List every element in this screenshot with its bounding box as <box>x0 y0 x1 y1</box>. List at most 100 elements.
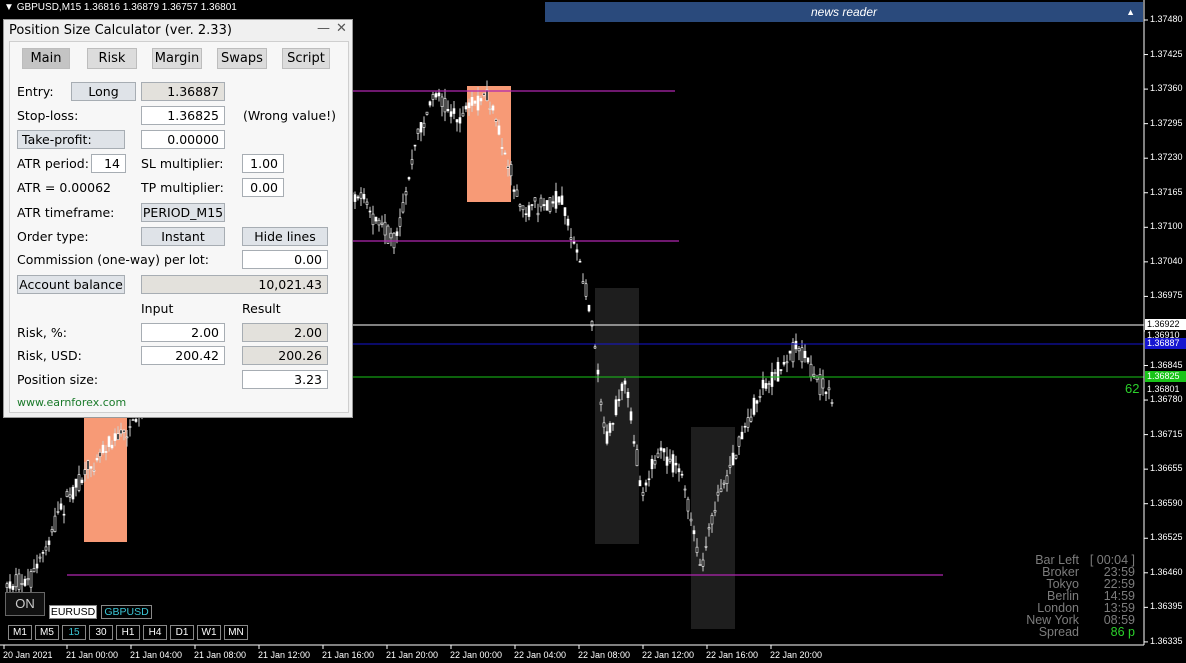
atr-period-field[interactable]: 14 <box>91 154 126 173</box>
candle-body <box>767 383 771 385</box>
tab-script[interactable]: Script <box>282 48 330 69</box>
position-size-field[interactable]: 3.23 <box>242 370 328 389</box>
sl-multiplier-field[interactable]: 1.00 <box>242 154 284 173</box>
candle-body <box>401 202 405 213</box>
earnforex-link[interactable]: www.earnforex.com <box>17 396 126 409</box>
timeframe-button-m5[interactable]: M5 <box>35 625 59 640</box>
candle-body <box>110 444 114 449</box>
candle-body <box>713 510 717 513</box>
candle-body <box>575 249 579 253</box>
risk-percent-input[interactable]: 2.00 <box>141 323 225 342</box>
stoploss-warning: (Wrong value!) <box>243 108 337 123</box>
candle-body <box>602 422 606 428</box>
commission-field[interactable]: 0.00 <box>242 250 328 269</box>
candle-body <box>596 369 600 375</box>
price-tick-label: 1.37480 <box>1150 14 1183 24</box>
risk-usd-input[interactable]: 200.42 <box>141 346 225 365</box>
time-tick-label: 22 Jan 12:00 <box>642 650 695 660</box>
timeframe-button-mn[interactable]: MN <box>224 625 248 640</box>
candle-body <box>551 201 555 204</box>
tab-margin[interactable]: Margin <box>152 48 202 69</box>
time-tick-label: 21 Jan 04:00 <box>130 650 183 660</box>
timeframe-button-h1[interactable]: H1 <box>116 625 140 640</box>
stoploss-field[interactable]: 1.36825 <box>141 106 225 125</box>
candle-body <box>35 563 39 569</box>
candle-body <box>773 372 777 374</box>
time-tick-label: 21 Jan 16:00 <box>322 650 375 660</box>
takeprofit-button[interactable]: Take-profit: <box>17 130 125 149</box>
candle-body <box>698 564 702 566</box>
candle-body <box>548 197 552 212</box>
candle-body <box>491 105 495 111</box>
panel-title: Position Size Calculator (ver. 2.33) <box>9 23 232 38</box>
position-size-label: Position size: <box>17 372 99 387</box>
candle-body <box>125 436 129 439</box>
candle-body <box>509 164 513 177</box>
candle-body <box>650 459 654 470</box>
candle-body <box>476 95 480 111</box>
candle-body <box>419 122 423 133</box>
candle-body <box>134 419 138 422</box>
result-column-header: Result <box>242 301 281 316</box>
stoploss-label: Stop-loss: <box>17 108 79 123</box>
time-tick-label: 20 Jan 2021 <box>3 650 53 660</box>
timeframe-button-m1[interactable]: M1 <box>8 625 32 640</box>
atr-value-label: ATR = 0.00062 <box>17 180 112 195</box>
candle-body <box>770 371 774 387</box>
timeframe-button-15[interactable]: 15 <box>62 625 86 640</box>
candle-body <box>803 350 807 359</box>
candle-body <box>587 304 591 312</box>
candle-body <box>722 482 726 485</box>
timeframe-button-w1[interactable]: W1 <box>197 625 221 640</box>
takeprofit-field[interactable]: 0.00000 <box>141 130 225 149</box>
candle-body <box>710 515 714 525</box>
price-tick-label: 1.36460 <box>1150 566 1183 577</box>
candle-body <box>131 419 135 422</box>
account-balance-field[interactable]: 10,021.43 <box>141 275 328 294</box>
candle-body <box>95 458 99 461</box>
candle-body <box>74 478 78 488</box>
candle-body <box>608 423 612 433</box>
candle-body <box>707 527 711 530</box>
news-reader-bar[interactable]: news reader ▲ <box>545 2 1143 22</box>
on-button[interactable]: ON <box>5 592 45 616</box>
candle-body <box>626 391 630 398</box>
candle-body <box>524 213 528 216</box>
minimize-icon[interactable]: — <box>317 21 330 36</box>
tab-main[interactable]: Main <box>22 48 70 69</box>
order-type-button[interactable]: Instant <box>141 227 225 246</box>
chart-menu-triangle-icon[interactable]: ▼ <box>4 2 14 13</box>
atr-timeframe-button[interactable]: PERIOD_M15 <box>141 203 225 222</box>
range-highlight-box <box>595 288 639 544</box>
candle-body <box>494 119 498 122</box>
entry-field[interactable]: 1.36887 <box>141 82 225 101</box>
timeframe-button-h4[interactable]: H4 <box>143 625 167 640</box>
account-balance-button[interactable]: Account balance <box>17 275 125 294</box>
candle-body <box>716 491 720 496</box>
price-tick-label: 1.36975 <box>1150 290 1183 301</box>
candle-body <box>365 201 369 205</box>
close-icon[interactable]: ✕ <box>336 21 347 36</box>
candle-body <box>428 101 432 106</box>
candle-body <box>407 177 411 180</box>
stop-loss-pips-label: 62 <box>1125 381 1140 396</box>
tp-multiplier-field[interactable]: 0.00 <box>242 178 284 197</box>
symbol-button-gbpusd[interactable]: GBPUSD <box>101 605 152 619</box>
candle-body <box>92 469 96 472</box>
price-tag: 1.36922 <box>1145 319 1186 330</box>
price-tick-label: 1.36715 <box>1150 428 1183 439</box>
collapse-up-icon[interactable]: ▲ <box>1126 2 1135 22</box>
timeframe-button-30[interactable]: 30 <box>89 625 113 640</box>
direction-button[interactable]: Long <box>71 82 136 101</box>
candle-body <box>737 436 741 447</box>
hide-lines-button[interactable]: Hide lines <box>242 227 328 246</box>
timeframe-button-d1[interactable]: D1 <box>170 625 194 640</box>
symbol-button-eurusd[interactable]: EURUSD <box>49 605 97 619</box>
candle-body <box>638 480 642 487</box>
atr-period-label: ATR period: <box>17 156 89 171</box>
candle-body <box>614 399 618 416</box>
tab-risk[interactable]: Risk <box>87 48 137 69</box>
candle-body <box>680 473 684 476</box>
tab-swaps[interactable]: Swaps <box>217 48 267 69</box>
candle-body <box>683 488 687 491</box>
